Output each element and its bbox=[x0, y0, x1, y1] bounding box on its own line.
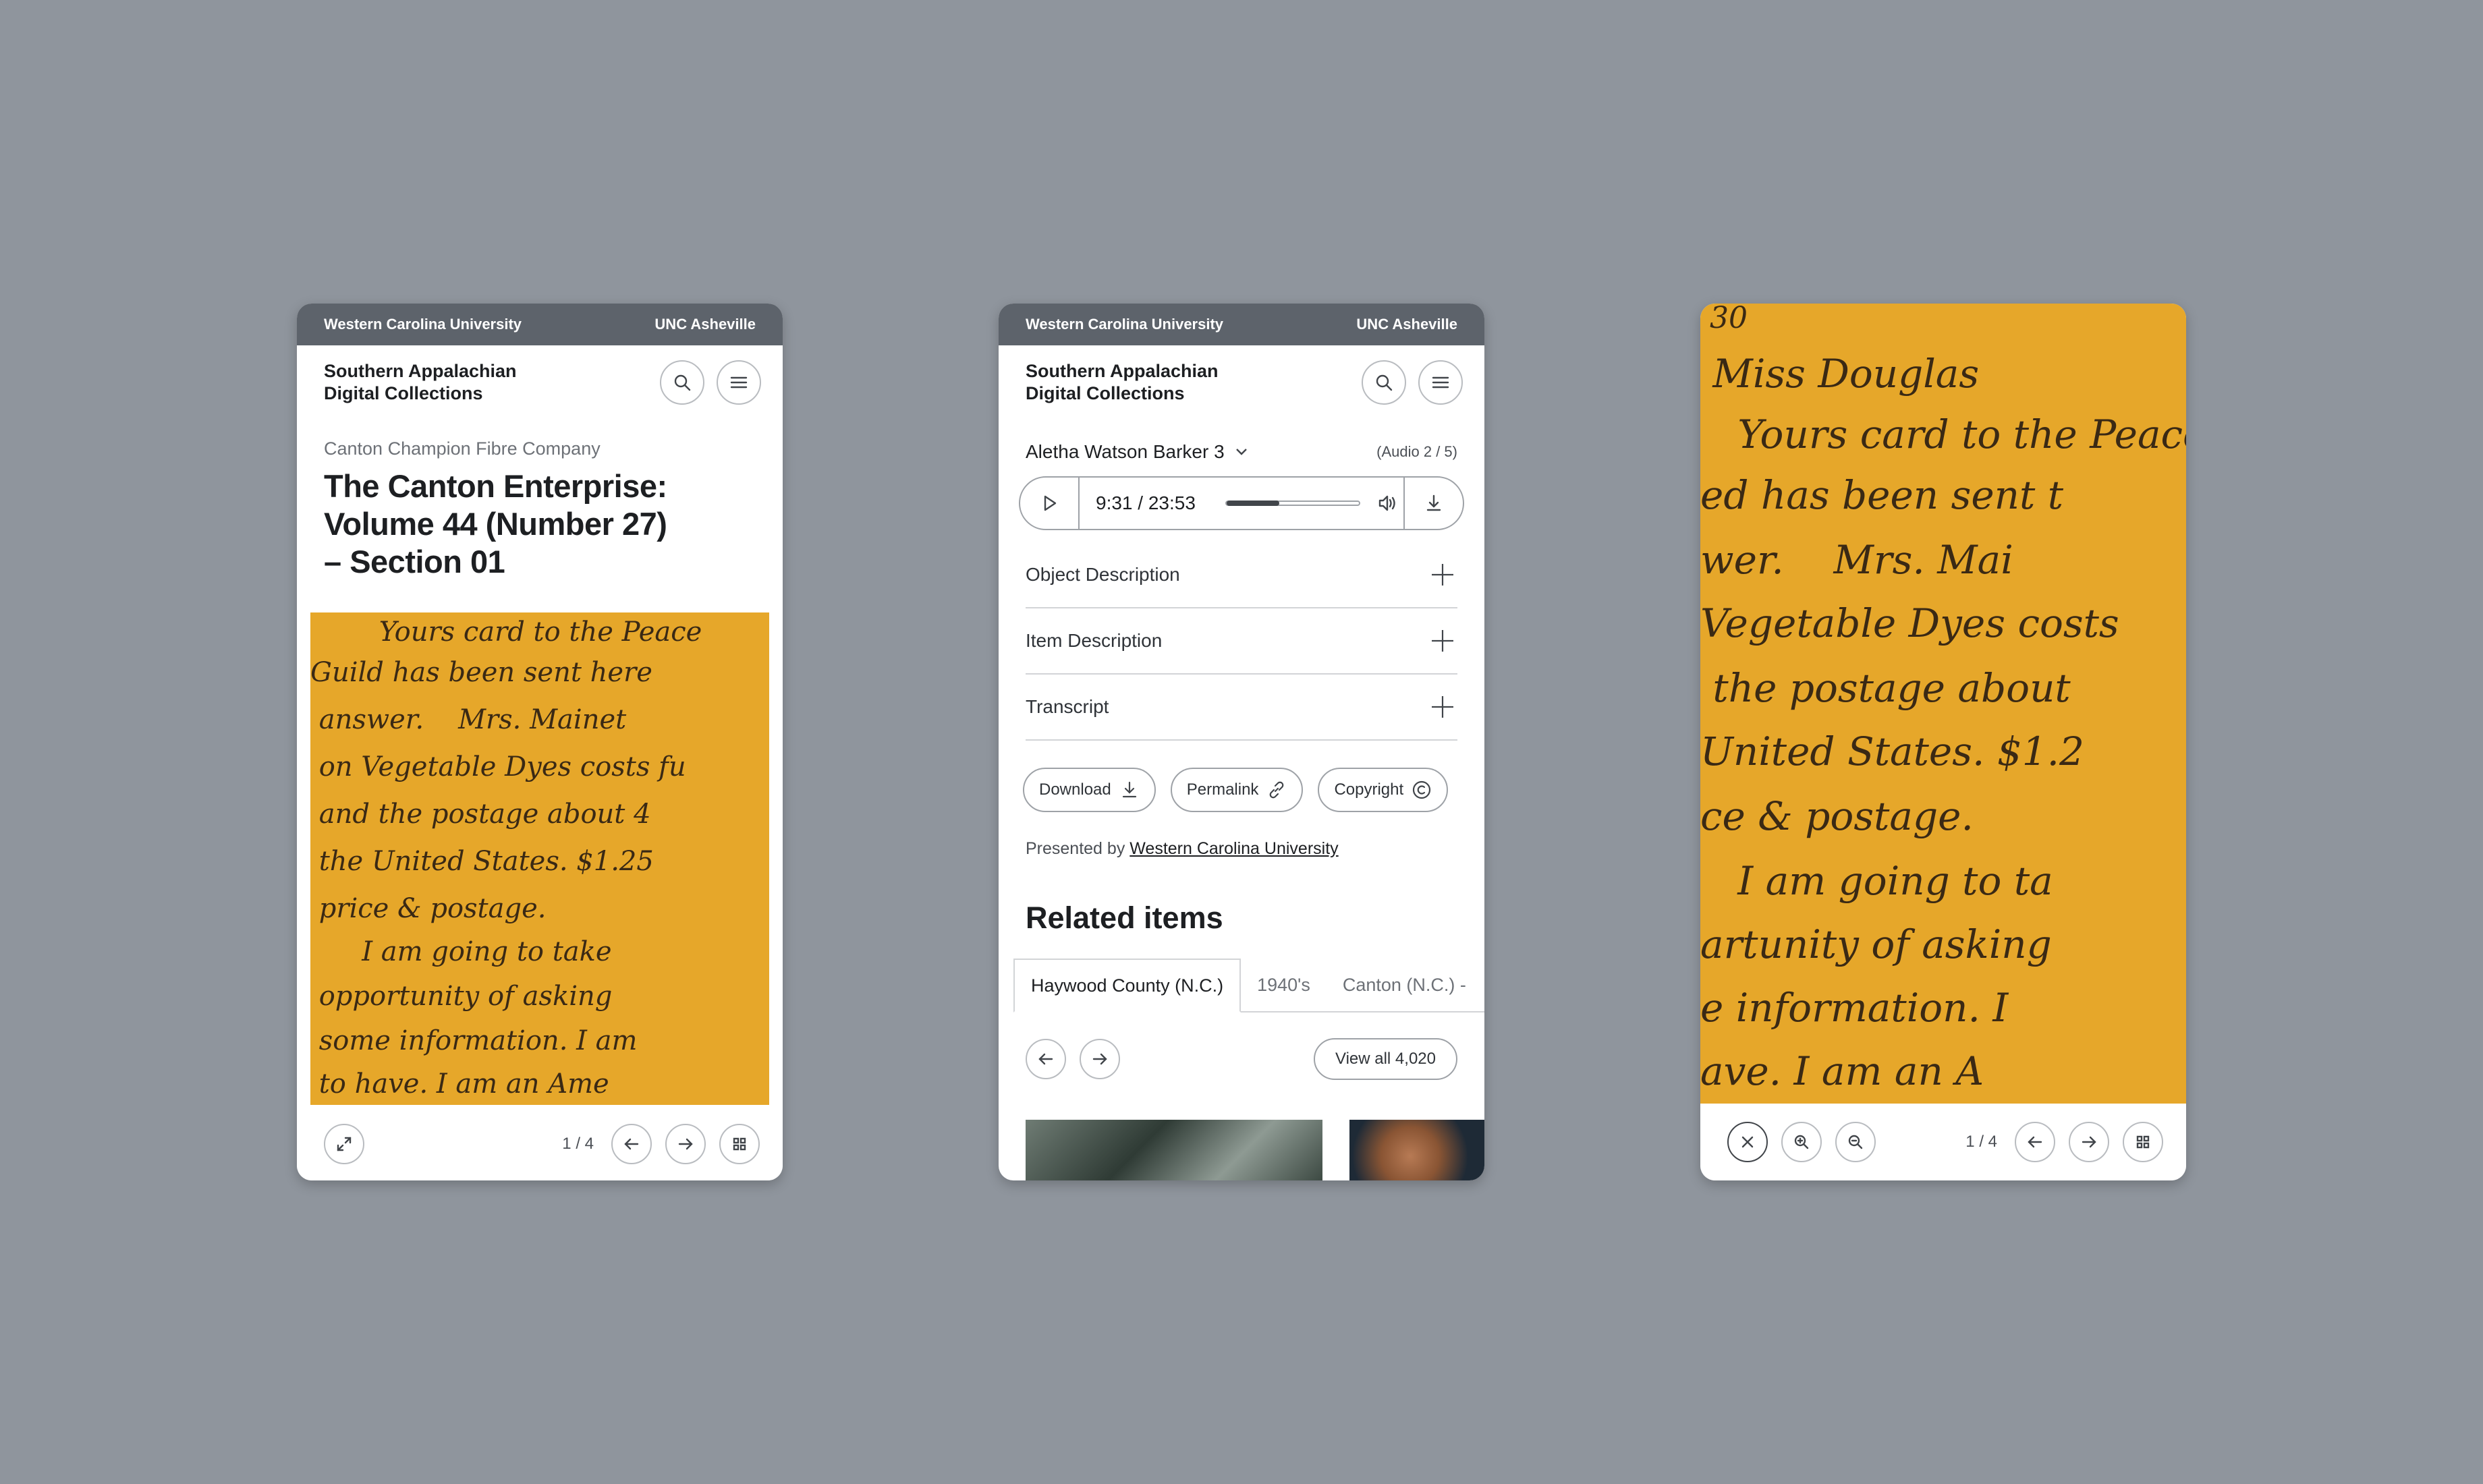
page-counter: 1 / 4 bbox=[1965, 1133, 1997, 1151]
phone-screen-zoom-viewer: 30 Miss Douglas Yours card to the Peace … bbox=[1700, 304, 2186, 1180]
accordion-object-description[interactable]: Object Description bbox=[1026, 542, 1457, 608]
playback-progress[interactable] bbox=[1225, 501, 1360, 506]
view-all-button[interactable]: View all 4,020 bbox=[1314, 1038, 1457, 1080]
plus-icon bbox=[1432, 630, 1453, 652]
link-western-carolina[interactable]: Western Carolina University bbox=[1026, 316, 1223, 333]
zoom-in-button[interactable] bbox=[1781, 1122, 1822, 1162]
tab-1940s[interactable]: 1940's bbox=[1241, 959, 1327, 1011]
download-icon bbox=[1426, 494, 1441, 511]
copyright-button[interactable]: Copyright bbox=[1318, 768, 1449, 812]
menu-icon bbox=[730, 376, 748, 389]
institution-bar: Western Carolina University UNC Ashevill… bbox=[999, 304, 1484, 345]
play-button[interactable] bbox=[1020, 478, 1080, 529]
site-title[interactable]: Southern Appalachian Digital Collections bbox=[1026, 360, 1219, 405]
grid-view-button[interactable] bbox=[719, 1124, 760, 1164]
track-selector[interactable]: Aletha Watson Barker 3 bbox=[1026, 441, 1250, 463]
image-viewer-toolbar: 1 / 4 bbox=[297, 1108, 783, 1180]
close-viewer-button[interactable] bbox=[1727, 1122, 1768, 1162]
details-accordion: Object Description Item Description Tran… bbox=[1026, 542, 1457, 741]
search-icon bbox=[674, 374, 691, 391]
grid-icon bbox=[733, 1137, 746, 1151]
next-page-button[interactable] bbox=[2069, 1122, 2109, 1162]
image-viewer-toolbar: 1 / 4 bbox=[1700, 1104, 2186, 1180]
link-icon bbox=[1270, 781, 1284, 799]
arrow-left-icon bbox=[2028, 1136, 2042, 1148]
menu-icon bbox=[1432, 376, 1449, 389]
tab-haywood-county[interactable]: Haywood County (N.C.) bbox=[1013, 959, 1242, 1012]
chevron-down-icon bbox=[1235, 449, 1247, 455]
site-header: Southern Appalachian Digital Collections bbox=[999, 345, 1484, 420]
zoom-in-icon bbox=[1794, 1135, 1809, 1149]
site-title[interactable]: Southern Appalachian Digital Collections bbox=[324, 360, 517, 405]
audio-counter: (Audio 2 / 5) bbox=[1376, 443, 1457, 460]
close-icon bbox=[1741, 1136, 1754, 1148]
arrow-left-icon bbox=[1038, 1053, 1053, 1065]
related-item-thumbnail[interactable] bbox=[1349, 1120, 1484, 1180]
menu-button[interactable] bbox=[1418, 360, 1463, 405]
arrow-right-icon bbox=[1092, 1053, 1107, 1065]
download-icon bbox=[1122, 781, 1136, 798]
zoomed-document-image[interactable]: 30 Miss Douglas Yours card to the Peace … bbox=[1700, 304, 2186, 1104]
presented-by: Presented by Western Carolina University bbox=[1026, 839, 1339, 858]
site-header: Southern Appalachian Digital Collections bbox=[297, 345, 783, 420]
search-button[interactable] bbox=[1362, 360, 1406, 405]
zoom-out-icon bbox=[1848, 1135, 1863, 1149]
previous-page-button[interactable] bbox=[611, 1124, 652, 1164]
accordion-transcript[interactable]: Transcript bbox=[1026, 675, 1457, 741]
audio-player: 9:31 / 23:53 bbox=[1019, 476, 1464, 530]
arrow-right-icon bbox=[678, 1138, 693, 1150]
document-image[interactable]: Yours card to the Peace Guild has been s… bbox=[310, 612, 769, 1105]
search-icon bbox=[1376, 374, 1393, 391]
tab-canton[interactable]: Canton (N.C.) - bbox=[1327, 959, 1482, 1011]
volume-button[interactable] bbox=[1376, 492, 1398, 514]
arrow-right-icon bbox=[2082, 1136, 2096, 1148]
volume-icon bbox=[1378, 495, 1395, 511]
carousel-next-button[interactable] bbox=[1080, 1039, 1120, 1079]
phone-screen-document: Western Carolina University UNC Ashevill… bbox=[297, 304, 783, 1180]
previous-page-button[interactable] bbox=[2015, 1122, 2055, 1162]
link-unc-asheville[interactable]: UNC Asheville bbox=[1356, 316, 1457, 333]
related-tabs: Haywood County (N.C.) 1940's Canton (N.C… bbox=[1013, 959, 1484, 1012]
next-page-button[interactable] bbox=[665, 1124, 706, 1164]
page-counter: 1 / 4 bbox=[562, 1135, 594, 1153]
grid-view-button[interactable] bbox=[2123, 1122, 2163, 1162]
menu-button[interactable] bbox=[717, 360, 761, 405]
collection-name: Canton Champion Fibre Company bbox=[324, 438, 601, 459]
copyright-icon bbox=[1413, 780, 1431, 799]
carousel-previous-button[interactable] bbox=[1026, 1039, 1066, 1079]
related-items-heading: Related items bbox=[1026, 901, 1223, 935]
plus-icon bbox=[1432, 564, 1453, 586]
expand-icon bbox=[337, 1137, 352, 1151]
phone-screen-audio: Western Carolina University UNC Ashevill… bbox=[999, 304, 1484, 1180]
grid-icon bbox=[2136, 1135, 2150, 1149]
permalink-button[interactable]: Permalink bbox=[1170, 768, 1304, 812]
download-audio-button[interactable] bbox=[1403, 478, 1463, 529]
accordion-item-description[interactable]: Item Description bbox=[1026, 608, 1457, 675]
search-button[interactable] bbox=[660, 360, 704, 405]
playback-time: 9:31 / 23:53 bbox=[1096, 492, 1196, 513]
fullscreen-button[interactable] bbox=[324, 1124, 364, 1164]
link-unc-asheville[interactable]: UNC Asheville bbox=[654, 316, 756, 333]
arrow-left-icon bbox=[624, 1138, 639, 1150]
page-title: The Canton Enterprise: Volume 44 (Number… bbox=[324, 468, 667, 579]
play-icon bbox=[1044, 495, 1057, 511]
download-button[interactable]: Download bbox=[1023, 768, 1156, 812]
institution-bar: Western Carolina University UNC Ashevill… bbox=[297, 304, 783, 345]
presented-by-link[interactable]: Western Carolina University bbox=[1129, 839, 1338, 858]
link-western-carolina[interactable]: Western Carolina University bbox=[324, 316, 522, 333]
related-item-thumbnail[interactable] bbox=[1026, 1120, 1322, 1180]
plus-icon bbox=[1432, 696, 1453, 718]
zoom-out-button[interactable] bbox=[1835, 1122, 1876, 1162]
